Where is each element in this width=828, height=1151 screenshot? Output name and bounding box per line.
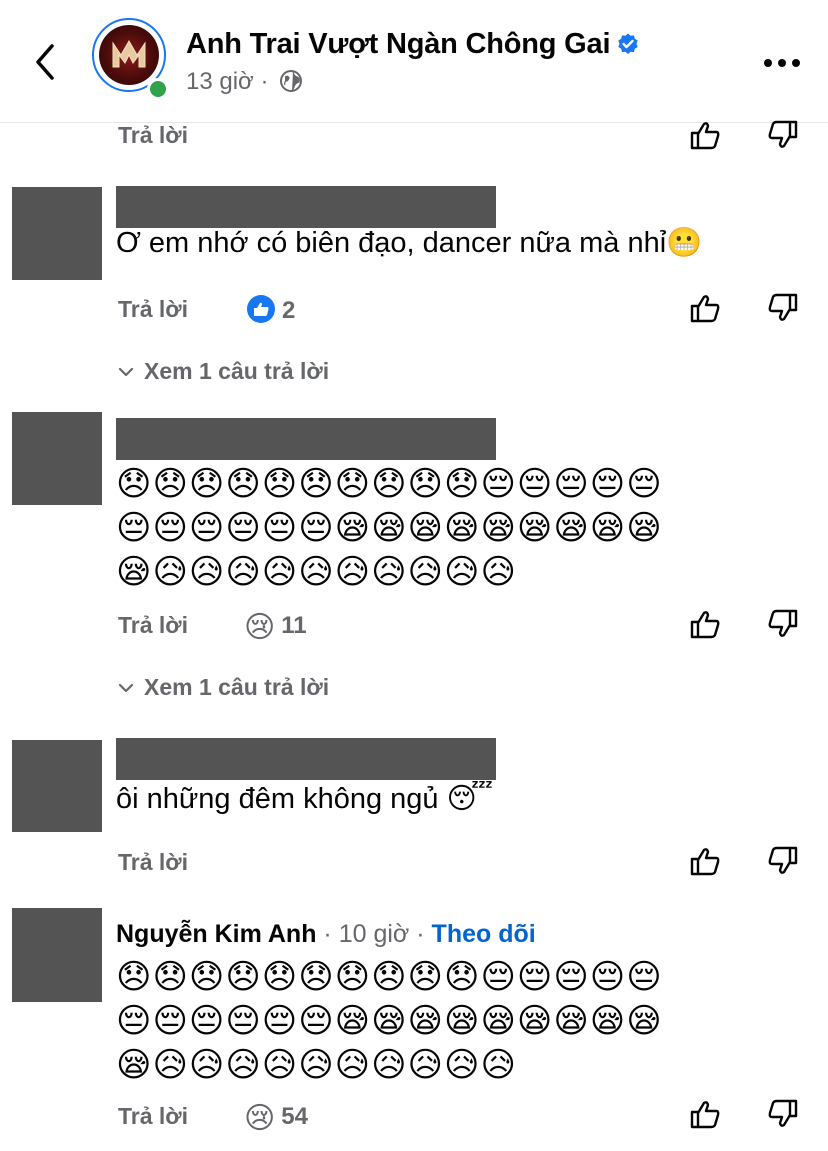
- comment-dot: ·: [416, 920, 425, 948]
- view-replies-label: Xem 1 câu trả lời: [144, 358, 330, 384]
- online-status-dot: [147, 78, 169, 100]
- thumbs-up-icon[interactable]: [688, 607, 722, 641]
- commenter-avatar[interactable]: [12, 740, 102, 832]
- sad-reaction-icon: 😢: [244, 1102, 276, 1135]
- sad-reaction-icon: 😢: [244, 611, 276, 644]
- post-meta: 13 giờ ·: [186, 68, 303, 96]
- verified-badge-icon: [618, 33, 639, 54]
- reaction-summary[interactable]: 2: [246, 294, 295, 325]
- thumbs-down-icon[interactable]: [766, 844, 800, 878]
- more-options-button[interactable]: [762, 56, 802, 68]
- reply-button[interactable]: Trả lời: [118, 296, 188, 323]
- comment-time: 10 giờ: [338, 920, 410, 948]
- thumbs-up-icon[interactable]: [688, 1097, 722, 1131]
- commenter-avatar[interactable]: [12, 908, 102, 1002]
- post-time: 13 giờ: [186, 68, 254, 95]
- emoji-line: 😞😞😞😞😞😞😞😞😞😞😔😔😔😔😔: [116, 958, 663, 996]
- emoji-line: 😪😥😥😥😥😥😥😥😥😥😥: [116, 553, 517, 591]
- emoji-line: 😪😥😥😥😥😥😥😥😥😥😥: [116, 1046, 517, 1084]
- page-logo-icon: [112, 39, 146, 68]
- back-button[interactable]: [28, 40, 64, 84]
- emoji-line: 😞😞😞😞😞😞😞😞😞😞😔😔😔😔😔: [116, 465, 663, 503]
- comment-emoji-text: 😞😞😞😞😞😞😞😞😞😞😔😔😔😔😔 😔😔😔😔😔😔😪😪😪😪😪😪😪😪😪 😪😥😥😥😥😥😥😥…: [116, 462, 663, 594]
- view-replies-button[interactable]: Xem 1 câu trả lời: [118, 358, 329, 385]
- reply-button[interactable]: Trả lời: [118, 612, 188, 639]
- redacted-commenter-name[interactable]: [116, 186, 496, 228]
- thumbs-up-icon[interactable]: [688, 291, 722, 325]
- follow-button[interactable]: Theo dõi: [432, 920, 536, 948]
- post-header: Anh Trai Vượt Ngàn Chông Gai 13 giờ ·: [0, 0, 828, 123]
- meta-separator: ·: [260, 68, 269, 95]
- globe-icon: [280, 70, 303, 92]
- redacted-commenter-name[interactable]: [116, 418, 496, 460]
- commenter-name[interactable]: Nguyễn Kim Anh: [116, 920, 316, 948]
- like-reaction-icon: [247, 295, 275, 323]
- comment-emoji-text: 😞😞😞😞😞😞😞😞😞😞😔😔😔😔😔 😔😔😔😔😔😔😪😪😪😪😪😪😪😪😪 😪😥😥😥😥😥😥😥…: [116, 955, 663, 1087]
- chevron-left-icon: [36, 44, 54, 80]
- emoji-line: 😔😔😔😔😔😔😪😪😪😪😪😪😪😪😪: [116, 509, 663, 547]
- view-replies-label: Xem 1 câu trả lời: [144, 674, 330, 700]
- more-dots-icon: [764, 59, 800, 67]
- redacted-commenter-name[interactable]: [116, 738, 496, 780]
- commenter-avatar[interactable]: [12, 187, 102, 280]
- reply-button[interactable]: Trả lời: [118, 1103, 188, 1130]
- thumbs-down-icon[interactable]: [766, 607, 800, 641]
- thumbs-down-icon[interactable]: [766, 118, 800, 152]
- page-title[interactable]: Anh Trai Vượt Ngàn Chông Gai: [186, 28, 640, 61]
- reply-button[interactable]: Trả lời: [118, 849, 188, 876]
- thumbs-up-icon[interactable]: [688, 118, 722, 152]
- chevron-down-icon: [118, 683, 134, 693]
- emoji-line: 😔😔😔😔😔😔😪😪😪😪😪😪😪😪😪: [116, 1002, 663, 1040]
- thumbs-down-icon[interactable]: [766, 1097, 800, 1131]
- comment-text: Ơ em nhớ có biên đạo, dancer nữa mà nhỉ😬: [116, 227, 703, 259]
- reaction-summary[interactable]: 😢 11: [244, 610, 307, 645]
- commenter-avatar[interactable]: [12, 412, 102, 505]
- reaction-count: 2: [282, 297, 296, 324]
- commenter-line: Nguyễn Kim Anh · 10 giờ · Theo dõi: [116, 920, 536, 949]
- chevron-down-icon: [118, 367, 134, 377]
- page-avatar[interactable]: [92, 18, 170, 100]
- page-name[interactable]: Anh Trai Vượt Ngàn Chông Gai: [186, 28, 611, 60]
- reaction-count: 11: [281, 612, 307, 639]
- reaction-count: 54: [281, 1103, 308, 1130]
- thumbs-up-icon[interactable]: [688, 844, 722, 878]
- reply-button[interactable]: Trả lời: [118, 122, 188, 149]
- reaction-summary[interactable]: 😢 54: [244, 1101, 308, 1136]
- comment-text: ôi những đêm không ngủ 😴: [116, 783, 494, 815]
- comment-dot: ·: [323, 920, 332, 948]
- view-replies-button[interactable]: Xem 1 câu trả lời: [118, 674, 329, 701]
- thumbs-down-icon[interactable]: [766, 291, 800, 325]
